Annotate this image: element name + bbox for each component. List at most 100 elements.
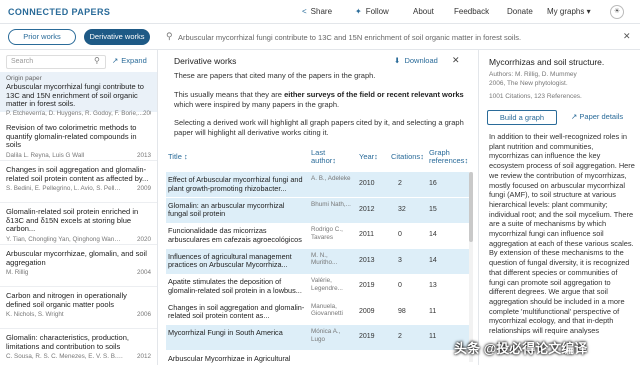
table-row[interactable]: Influences of agricultural management pr…: [166, 248, 471, 274]
row-graph-references: [429, 359, 449, 365]
list-item-title: Arbuscular mycorrhizae, glomalin, and so…: [6, 249, 147, 267]
divider: [0, 160, 157, 161]
paper-list-search-input[interactable]: Search: [6, 55, 106, 69]
row-author: Bhumi Nath,...: [311, 200, 351, 208]
scrollbar[interactable]: [469, 172, 473, 362]
donate-link[interactable]: Donate: [507, 7, 533, 16]
list-item[interactable]: Revision of two colorimetric methods to …: [0, 123, 157, 159]
table-row[interactable]: Apatite stimulates the deposition of glo…: [166, 274, 471, 299]
table-row[interactable]: Funcionalidade das micorrizas arbuscular…: [166, 223, 471, 248]
list-item-meta: Y. Tian, Chongling Yan, Qinghong Wang, W…: [6, 236, 151, 243]
list-item-title: Carbon and nitrogen in operationally def…: [6, 291, 127, 309]
row-graph-references: 15: [429, 205, 437, 213]
header-label: Graph references: [429, 148, 465, 165]
sort-icon: ↕: [420, 152, 424, 161]
download-icon: ⬇: [394, 56, 401, 65]
list-item-year: 2004: [136, 269, 151, 276]
row-graph-references: 14: [429, 256, 437, 264]
row-graph-references: 11: [429, 333, 437, 340]
list-item[interactable]: Arbuscular mycorrhizae, glomalin, and so…: [0, 249, 157, 276]
row-year: [359, 359, 383, 365]
close-icon[interactable]: ✕: [623, 31, 631, 42]
paper-authors: Authors: M. Rillig, D. Mummey: [489, 71, 577, 78]
feedback-link[interactable]: Feedback: [454, 7, 489, 16]
column-header-author[interactable]: Last author↕: [311, 149, 339, 165]
list-item-year: 2013: [136, 151, 151, 159]
about-link[interactable]: About: [413, 7, 434, 16]
twitter-icon: ✦: [355, 7, 362, 16]
row-title: Mycorrhizal Fungi in South America: [168, 329, 283, 337]
watermark: 头条 @投必得论文编译: [454, 341, 588, 356]
origin-year: 2009: [142, 109, 151, 117]
row-title: Influences of agricultural management pr…: [168, 252, 292, 269]
description-text: This usually means that they are either …: [174, 90, 470, 110]
row-title: Apatite stimulates the deposition of glo…: [168, 278, 302, 295]
column-header-citations[interactable]: Citations↕: [391, 153, 424, 161]
paper-journal: 2006, The New phytologist.: [489, 80, 568, 87]
origin-paper[interactable]: Origin paper Arbuscular mycorrhizal fung…: [0, 72, 157, 117]
share-label: Share: [310, 7, 333, 16]
description-bold: either surveys of the field or recent re…: [284, 90, 464, 99]
origin-meta: P. Etcheverría, D. Huygens, R. Godoy, F.…: [6, 110, 151, 117]
list-item[interactable]: Glomalin: characteristics, production, l…: [0, 333, 157, 360]
column-header-title[interactable]: Title ↕: [168, 153, 188, 161]
divider: [0, 328, 157, 329]
scrollbar-thumb[interactable]: [469, 172, 473, 242]
list-item-title: Revision of two colorimetric methods to …: [6, 123, 137, 149]
graph-search-input[interactable]: [178, 28, 618, 46]
divider: [0, 202, 157, 203]
my-graphs-link[interactable]: My graphs ▾: [547, 7, 591, 16]
row-author: Mónica A., Lugo: [311, 328, 341, 343]
row-author: Manuela, Giovannetti: [311, 302, 343, 318]
paper-details-panel: Mycorrhizas and soil structure. Authors:…: [478, 50, 640, 365]
derivative-works-button[interactable]: Derivative works: [84, 29, 150, 45]
share-button[interactable]: < Share: [302, 7, 332, 16]
table-row[interactable]: Arbuscular Mycorrhizae in Agricultural: [166, 351, 471, 365]
table-header: Title ↕ Last author↕ Year↕ Citations↕ Gr…: [166, 148, 471, 172]
row-title: Glomalin: an arbuscular mycorrhizal fung…: [168, 201, 285, 218]
description-suffix: which were inspired by many papers in th…: [174, 100, 340, 109]
follow-button[interactable]: ✦ Follow: [355, 7, 389, 16]
column-header-graph-references[interactable]: Graph references↕: [429, 148, 468, 165]
row-graph-references: 11: [429, 307, 437, 315]
row-citations: 2: [398, 333, 402, 340]
expand-label: Expand: [121, 56, 147, 65]
list-item-authors: S. Bedini, E. Pellegrino, L. Avio, S. Pe…: [6, 185, 124, 192]
table-row[interactable]: Mycorrhizal Fungi in South America Mónica…: [166, 325, 471, 350]
table-row[interactable]: Changes in soil aggregation and glomalin…: [166, 300, 471, 325]
origin-authors: P. Etcheverría, D. Huygens, R. Godoy, F.…: [6, 109, 143, 117]
list-item[interactable]: Carbon and nitrogen in operationally def…: [0, 291, 157, 318]
row-title: Changes in soil aggregation and glomalin…: [168, 303, 305, 320]
paper-abstract: In addition to their well-recognized rol…: [489, 132, 635, 336]
sort-icon: ↕: [374, 152, 378, 161]
list-item-meta: C. Sousa, R. S. C. Menezes, E. V. S. B. …: [6, 353, 151, 360]
row-title: Funcionalidade das micorrizas arbuscular…: [168, 227, 302, 244]
row-citations: 0: [398, 282, 402, 289]
list-item[interactable]: Glomalin-related soil protein enriched i…: [0, 207, 157, 243]
origin-label: Origin paper: [6, 75, 42, 82]
prior-works-button[interactable]: Prior works: [8, 29, 76, 45]
row-citations: 3: [398, 256, 402, 264]
row-year: 2019: [359, 333, 375, 340]
header-label: Title: [168, 152, 182, 161]
build-graph-button[interactable]: Build a graph: [487, 110, 557, 125]
paper-stats: 1001 Citations, 123 References.: [489, 93, 582, 100]
list-item-authors: Dalila L. Reyna, Luis G Wall: [6, 151, 85, 159]
paper-details-link[interactable]: ↗ Paper details: [571, 110, 623, 125]
row-graph-references: 16: [429, 180, 437, 187]
divider: [0, 286, 157, 287]
follow-label: Follow: [365, 7, 389, 16]
app-logo[interactable]: CONNECTED PAPERS: [8, 7, 110, 17]
table-row[interactable]: Effect of Arbuscular mycorrhizal fungi a…: [166, 172, 471, 197]
column-header-year[interactable]: Year↕: [359, 153, 378, 161]
list-item[interactable]: Changes in soil aggregation and glomalin…: [0, 165, 157, 192]
theme-toggle-button[interactable]: ☀: [610, 5, 624, 19]
close-icon[interactable]: ✕: [452, 55, 460, 66]
expand-button[interactable]: ↗ Expand: [112, 56, 147, 65]
download-button[interactable]: ⬇ Download: [394, 56, 438, 65]
table-row[interactable]: Glomalin: an arbuscular mycorrhizal fung…: [166, 197, 471, 223]
sort-icon: ↕: [332, 156, 337, 165]
header-label: Year: [359, 152, 375, 161]
row-citations: 0: [398, 231, 402, 238]
expand-icon: ↗: [112, 56, 119, 65]
